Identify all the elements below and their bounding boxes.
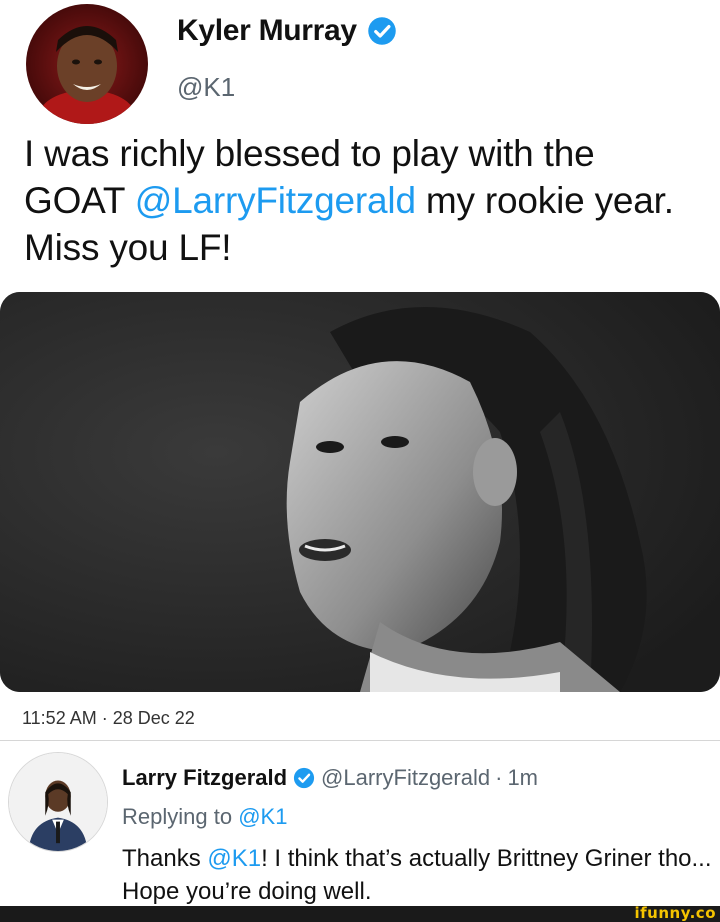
divider (0, 740, 720, 741)
replying-to-label: Replying to (122, 804, 239, 829)
ifunny-watermark-logo: ifunny.co (634, 904, 716, 922)
tweet-timestamp[interactable]: 11:52 AM · 28 Dec 22 (22, 708, 195, 729)
main-author-name[interactable]: Kyler Murray (177, 14, 397, 48)
larry-fitzgerald-avatar[interactable] (8, 752, 108, 852)
tweet-photo[interactable] (0, 292, 720, 692)
tweet-text: I was richly blessed to play with the GO… (24, 130, 704, 271)
reply-author-name[interactable]: Larry Fitzgerald (122, 765, 287, 791)
verified-badge-icon (293, 767, 315, 789)
reply-time[interactable]: 1m (507, 765, 538, 791)
kyler-murray-avatar[interactable] (26, 4, 148, 124)
replying-to: Replying to @K1 (122, 804, 287, 830)
reply-text: Thanks @K1! I think that’s actually Brit… (122, 842, 712, 908)
author-name-text[interactable]: Kyler Murray (177, 14, 357, 48)
replying-to-handle-link[interactable]: @K1 (238, 804, 287, 829)
bottom-bar (0, 906, 720, 922)
reply-author-handle[interactable]: @LarryFitzgerald (321, 765, 490, 791)
reply-header: Larry Fitzgerald @LarryFitzgerald · 1m (122, 765, 538, 791)
verified-badge-icon (367, 16, 397, 46)
separator-dot: · (495, 765, 503, 790)
reply-mention-link[interactable]: @K1 (207, 845, 261, 872)
tweet-mention-link[interactable]: @LarryFitzgerald (135, 180, 416, 221)
reply-text-part-1: Thanks (122, 845, 208, 872)
main-author-handle[interactable]: @K1 (177, 72, 235, 103)
